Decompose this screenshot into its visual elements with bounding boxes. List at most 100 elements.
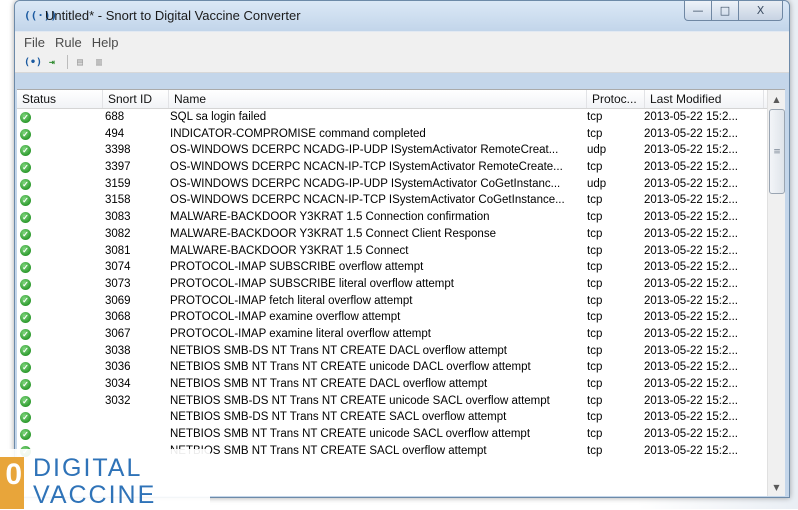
snort-id-cell: 3074 — [105, 261, 131, 274]
name-cell: SQL sa login failed — [170, 111, 267, 123]
scroll-down-icon[interactable]: ▼ — [768, 479, 785, 496]
close-button[interactable]: X — [739, 1, 783, 21]
toolbar: (•) ⇥ ▤ ▥ — [15, 52, 789, 73]
minimize-button[interactable]: — — [684, 1, 712, 21]
check-circle-icon: ✓ — [20, 345, 31, 357]
menu-rule[interactable]: Rule — [50, 35, 87, 50]
table-row[interactable]: ✓ 3398 OS-WINDOWS DCERPC NCADG-IP-UDP IS… — [17, 142, 768, 159]
table-row[interactable]: ✓ 688 SQL sa login failed tcp 2013-05-22… — [17, 109, 768, 126]
column-status[interactable]: Status — [17, 90, 103, 108]
column-protocol[interactable]: Protoc... — [587, 90, 645, 108]
paste-icon[interactable]: ▥ — [91, 54, 107, 70]
column-name[interactable]: Name — [169, 90, 587, 108]
menu-help[interactable]: Help — [87, 35, 124, 50]
import-icon[interactable]: ⇥ — [44, 54, 60, 70]
modified-cell: 2013-05-22 15:2... — [644, 428, 738, 441]
modified-cell: 2013-05-22 15:2... — [644, 261, 738, 274]
column-snort-id[interactable]: Snort ID — [103, 90, 169, 108]
modified-cell: 2013-05-22 15:2... — [644, 227, 738, 240]
menu-bar: File Rule Help — [15, 31, 789, 52]
modified-cell: 2013-05-22 15:2... — [644, 177, 738, 190]
table-row[interactable]: ✓ 3034 NETBIOS SMB NT Trans NT CREATE DA… — [17, 376, 768, 393]
table-row[interactable]: ✓ NETBIOS SMB-DS NT Trans NT CREATE SACL… — [17, 409, 768, 426]
status-cell: ✓ — [17, 426, 100, 443]
modified-cell: 2013-05-22 15:2... — [644, 244, 738, 257]
table-row[interactable]: ✓ 3158 OS-WINDOWS DCERPC NCACN-IP-TCP IS… — [17, 192, 768, 209]
table-row[interactable]: ✓ 3068 PROTOCOL-IMAP examine overflow at… — [17, 309, 768, 326]
copy-icon[interactable]: ▤ — [72, 54, 88, 70]
maximize-button[interactable]: □ — [712, 1, 739, 21]
open-icon[interactable]: (•) — [24, 54, 42, 70]
protocol-cell: tcp — [587, 111, 603, 123]
protocol-cell: tcp — [587, 327, 603, 340]
modified-cell: 2013-05-22 15:2... — [644, 144, 738, 157]
snort-id-cell: 3082 — [105, 227, 131, 240]
snort-id-cell: 3159 — [105, 177, 131, 190]
table-row[interactable]: ✓ 3397 OS-WINDOWS DCERPC NCACN-IP-TCP IS… — [17, 159, 768, 176]
modified-cell: 2013-05-22 15:2... — [644, 311, 738, 324]
status-cell: ✓ — [17, 293, 100, 310]
modified-cell: 2013-05-22 15:2... — [644, 277, 738, 290]
table-row[interactable]: ✓ 3082 MALWARE-BACKDOOR Y3KRAT 1.5 Conne… — [17, 226, 768, 243]
toolbar-separator — [67, 55, 68, 69]
protocol-cell: tcp — [587, 244, 603, 257]
protocol-cell: tcp — [587, 444, 603, 457]
modified-cell: 2013-05-22 15:2... — [644, 194, 738, 207]
table-row[interactable]: ✓ 3074 PROTOCOL-IMAP SUBSCRIBE overflow … — [17, 259, 768, 276]
protocol-cell: tcp — [587, 294, 603, 307]
table-row[interactable]: ✓ 3069 PROTOCOL-IMAP fetch literal overf… — [17, 293, 768, 310]
table-row[interactable]: ✓ 3067 PROTOCOL-IMAP examine literal ove… — [17, 326, 768, 343]
name-cell: NETBIOS SMB-DS NT Trans NT CREATE unicod… — [170, 394, 550, 407]
check-circle-icon: ✓ — [20, 211, 31, 223]
name-cell: NETBIOS SMB-DS NT Trans NT CREATE SACL o… — [170, 411, 507, 424]
table-row[interactable]: ✓ 3073 PROTOCOL-IMAP SUBSCRIBE literal o… — [17, 276, 768, 293]
name-cell: INDICATOR-COMPROMISE command completed — [170, 127, 426, 140]
table-row[interactable]: ✓ 3081 MALWARE-BACKDOOR Y3KRAT 1.5 Conne… — [17, 243, 768, 260]
column-last-modified[interactable]: Last Modified — [645, 90, 764, 108]
snort-id-cell: 3069 — [105, 294, 131, 307]
table-row[interactable]: ✓ 494 INDICATOR-COMPROMISE command compl… — [17, 126, 768, 143]
table-row[interactable]: ✓ 3038 NETBIOS SMB-DS NT Trans NT CREATE… — [17, 343, 768, 360]
scroll-up-icon[interactable]: ▲ — [768, 91, 785, 108]
modified-cell: 2013-05-22 15:2... — [644, 111, 738, 123]
window-controls: — □ X — [684, 1, 783, 21]
table-row[interactable]: ✓ 3032 NETBIOS SMB-DS NT Trans NT CREATE… — [17, 393, 768, 410]
check-circle-icon: ✓ — [20, 328, 31, 340]
window-title: Untitled* - Snort to Digital Vaccine Con… — [45, 8, 301, 23]
status-cell: ✓ — [17, 343, 100, 360]
name-cell: PROTOCOL-IMAP fetch literal overflow att… — [170, 294, 413, 307]
title-bar[interactable]: ((·)) Untitled* - Snort to Digital Vacci… — [15, 1, 789, 31]
protocol-cell: tcp — [587, 378, 603, 390]
check-circle-icon: ✓ — [20, 161, 31, 173]
modified-cell: 2013-05-22 15:2... — [644, 127, 738, 140]
snort-id-cell: 3081 — [105, 244, 131, 257]
name-cell: PROTOCOL-IMAP SUBSCRIBE literal overflow… — [170, 277, 454, 290]
status-cell: ✓ — [17, 192, 100, 209]
logo-line-2: VACCINE — [33, 481, 157, 509]
scroll-thumb[interactable]: ≡ — [769, 109, 785, 194]
check-circle-icon: ✓ — [20, 195, 31, 207]
table-row[interactable]: ✓ 3036 NETBIOS SMB NT Trans NT CREATE un… — [17, 359, 768, 376]
table-row[interactable]: ✓ 3083 MALWARE-BACKDOOR Y3KRAT 1.5 Conne… — [17, 209, 768, 226]
protocol-cell: tcp — [587, 261, 603, 274]
protocol-cell: tcp — [587, 411, 603, 424]
table-row[interactable]: ✓ NETBIOS SMB NT Trans NT CREATE unicode… — [17, 426, 768, 443]
status-cell: ✓ — [17, 409, 100, 426]
name-cell: NETBIOS SMB NT Trans NT CREATE unicode S… — [170, 428, 531, 441]
snort-id-cell: 3158 — [105, 194, 131, 207]
table-row[interactable]: ✓ 3159 OS-WINDOWS DCERPC NCADG-IP-UDP IS… — [17, 176, 768, 193]
check-circle-icon: ✓ — [20, 295, 31, 307]
snort-id-cell: 688 — [105, 111, 125, 123]
status-cell: ✓ — [17, 209, 100, 226]
status-cell: ✓ — [17, 376, 100, 393]
modified-cell: 2013-05-22 15:2... — [644, 444, 738, 457]
protocol-cell: tcp — [587, 361, 603, 374]
list-rows: ✓ 688 SQL sa login failed tcp 2013-05-22… — [17, 109, 768, 459]
menu-file[interactable]: File — [19, 35, 50, 50]
snort-id-cell: 3397 — [105, 161, 131, 174]
snort-id-cell: 3034 — [105, 378, 131, 390]
name-cell: OS-WINDOWS DCERPC NCADG-IP-UDP ISystemAc… — [170, 177, 561, 190]
vertical-scrollbar[interactable]: ▲ ≡ ▼ — [767, 90, 785, 496]
rules-list[interactable]: Status Snort ID Name Protoc... Last Modi… — [17, 89, 785, 496]
name-cell: OS-WINDOWS DCERPC NCACN-IP-TCP ISystemAc… — [170, 161, 563, 174]
